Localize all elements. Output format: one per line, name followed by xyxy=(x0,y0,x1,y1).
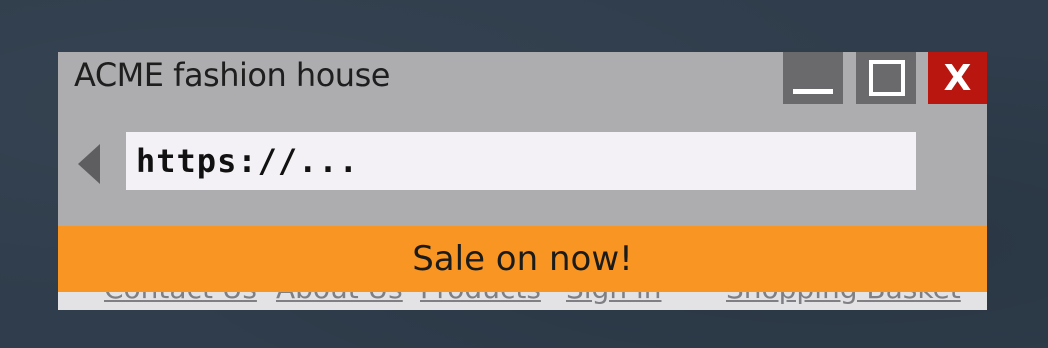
minimize-button[interactable] xyxy=(783,52,843,104)
close-icon: X xyxy=(943,57,972,99)
banner-text: Sale on now! xyxy=(412,239,633,279)
address-bar[interactable]: https://... xyxy=(126,132,916,190)
maximize-button[interactable] xyxy=(856,52,916,104)
title-bar: ACME fashion house X xyxy=(58,52,987,104)
maximize-icon xyxy=(869,60,905,96)
back-arrow-icon[interactable] xyxy=(78,144,100,184)
window-title: ACME fashion house xyxy=(74,56,390,94)
nav-link-sign-in[interactable]: Sign in xyxy=(566,292,662,305)
site-nav: Contact Us About Us Products Sign in Sho… xyxy=(58,292,987,310)
minimize-icon xyxy=(793,89,833,94)
nav-link-contact-us[interactable]: Contact Us xyxy=(104,292,257,305)
sale-banner: Sale on now! xyxy=(58,226,987,292)
address-value: https://... xyxy=(136,142,359,180)
close-button[interactable]: X xyxy=(928,52,987,104)
nav-link-shopping-basket[interactable]: Shopping Basket xyxy=(726,292,961,305)
nav-link-about-us[interactable]: About Us xyxy=(276,292,403,305)
nav-link-products[interactable]: Products xyxy=(420,292,541,305)
browser-window: ACME fashion house X https://... Sale on… xyxy=(58,52,987,310)
